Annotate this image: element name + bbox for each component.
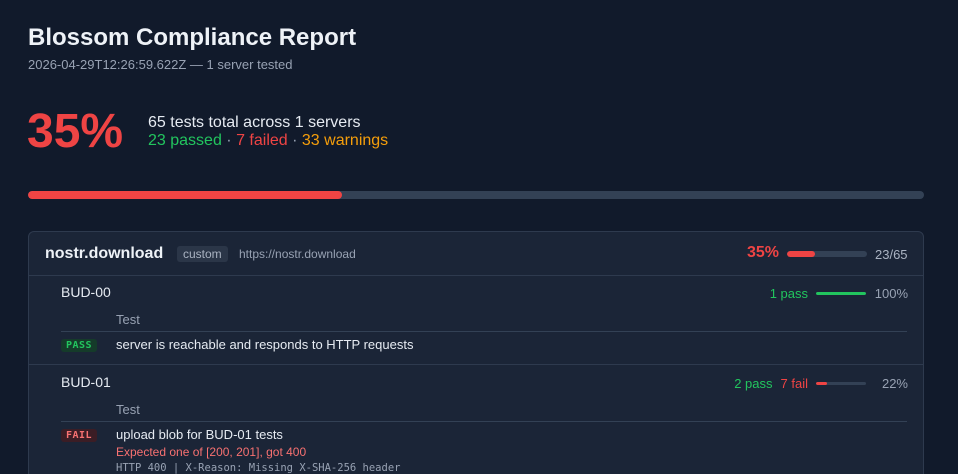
server-tag: custom: [177, 246, 228, 262]
status-badge: PASS: [61, 339, 98, 352]
section-divider: [29, 364, 923, 365]
server-url[interactable]: https://nostr.download: [239, 247, 356, 261]
server-header[interactable]: nostr.download custom https://nostr.down…: [29, 232, 923, 276]
summary-total: 65 tests total across 1 servers: [148, 114, 361, 131]
column-divider: [61, 331, 907, 332]
server-card[interactable]: nostr.download custom https://nostr.down…: [28, 231, 924, 474]
server-name: nostr.download: [45, 245, 164, 262]
column-header-test: Test: [116, 312, 140, 327]
section-progress-fill: [816, 382, 827, 385]
section-percent: 100%: [874, 286, 908, 301]
section-percent: 22%: [881, 376, 908, 391]
overall-percent: 35%: [27, 105, 124, 158]
section-stats: 1 pass 100%: [770, 286, 908, 301]
column-header-test: Test: [116, 402, 140, 417]
section-progress-fill: [816, 292, 866, 295]
summary-separator: ·: [292, 132, 298, 149]
status-badge: FAIL: [61, 429, 98, 442]
server-progress-fill: [787, 251, 815, 257]
section-progress-bar: [816, 382, 866, 385]
report-page: Blossom Compliance Report 2026-04-29T12:…: [0, 0, 958, 474]
section-fail-count: 7 fail: [780, 376, 808, 391]
summary-passed: 23 passed: [148, 132, 222, 149]
section-pass-count: 2 pass: [734, 376, 773, 391]
test-detail: HTTP 400 | X-Reason: Missing X-SHA-256 h…: [116, 462, 401, 474]
section-bud-01[interactable]: BUD-01 2 pass 7 fail 22% Test FAIL uploa…: [29, 366, 923, 474]
server-percent: 35%: [747, 244, 780, 261]
section-progress-bar: [816, 292, 866, 295]
overall-progress-bar: [28, 191, 924, 199]
test-name: server is reachable and responds to HTTP…: [116, 337, 414, 352]
page-subtitle: 2026-04-29T12:26:59.622Z — 1 server test…: [28, 57, 293, 72]
section-title[interactable]: BUD-01: [61, 374, 111, 390]
summary-breakdown: 23 passed · 7 failed · 33 warnings: [148, 132, 388, 150]
page-title: Blossom Compliance Report: [28, 24, 357, 51]
server-progress-bar: [787, 251, 867, 257]
test-error: Expected one of [200, 201], got 400: [116, 445, 307, 459]
section-stats: 2 pass 7 fail 22%: [734, 376, 908, 391]
section-pass-count: 1 pass: [769, 286, 808, 301]
test-name: upload blob for BUD-01 tests: [116, 427, 283, 442]
summary-failed: 7 failed: [236, 132, 288, 149]
summary-warnings: 33 warnings: [301, 132, 389, 149]
server-count: 23/65: [875, 247, 908, 262]
column-divider: [61, 421, 907, 422]
section-title[interactable]: BUD-00: [61, 284, 111, 300]
section-bud-00[interactable]: BUD-00 1 pass 100% Test PASS server is r…: [29, 276, 923, 364]
summary-separator: ·: [226, 132, 232, 149]
overall-progress-fill: [28, 191, 342, 199]
